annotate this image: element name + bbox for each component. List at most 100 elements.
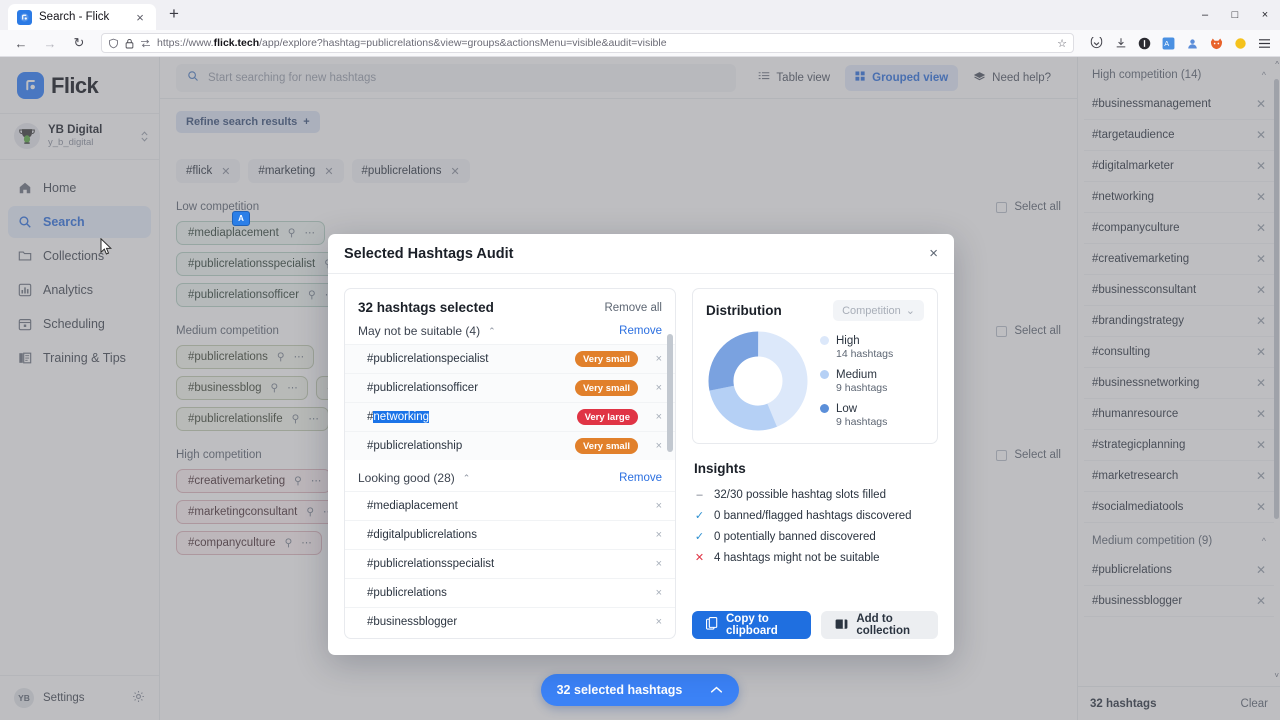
competition-dropdown-label: Competition <box>842 304 901 317</box>
modal-header: Selected Hashtags Audit × <box>328 234 954 274</box>
insight-text: 0 banned/flagged hashtags discovered <box>714 509 912 522</box>
selected-hashtags-audit-modal: Selected Hashtags Audit × 32 hashtags se… <box>328 234 954 655</box>
competition-dropdown[interactable]: Competition ⌄ <box>833 300 924 321</box>
forward-button[interactable]: → <box>37 32 63 54</box>
remove-icon[interactable]: × <box>638 500 662 512</box>
table-row[interactable]: #mediaplacement × <box>345 491 675 520</box>
hashtag-label: #publicrelationship <box>367 440 463 452</box>
favicon-flick <box>17 9 32 25</box>
circle-extension-icon[interactable] <box>1233 36 1248 51</box>
remove-section-button[interactable]: Remove <box>619 472 662 484</box>
tab-title: Search - Flick <box>39 11 110 23</box>
clipboard-icon <box>706 617 718 633</box>
distribution-body: High 14 hashtags Medium 9 hashtags Low 9… <box>706 321 924 433</box>
legend-item-high: High 14 hashtags <box>820 335 893 360</box>
modal-body: 32 hashtags selected Remove all May not … <box>328 274 954 655</box>
account-icon[interactable] <box>1137 36 1152 51</box>
shield-icon[interactable] <box>108 38 119 49</box>
table-row[interactable]: #networking Very large × <box>345 402 675 431</box>
remove-icon[interactable]: × <box>638 616 662 628</box>
permissions-icon[interactable] <box>140 39 151 48</box>
remove-icon[interactable]: × <box>638 558 662 570</box>
chevron-down-icon: ⌄ <box>905 305 915 317</box>
translate-selection-tooltip[interactable]: A <box>232 211 250 226</box>
window-close-button[interactable]: × <box>1250 0 1280 30</box>
remove-icon[interactable]: × <box>638 440 662 452</box>
dash-icon: – <box>696 488 703 501</box>
lock-icon <box>125 38 134 49</box>
table-row[interactable]: #businessblogger × <box>345 607 675 636</box>
section-title: May not be suitable (4) <box>358 324 481 338</box>
remove-icon[interactable]: × <box>638 382 662 394</box>
add-to-collection-button[interactable]: Add to collection <box>821 611 938 639</box>
legend-value: 9 hashtags <box>836 415 888 428</box>
chevron-up-icon[interactable]: ⌃ <box>488 326 496 337</box>
bookmark-star-icon[interactable]: ☆ <box>1057 37 1067 50</box>
new-tab-button[interactable]: + <box>160 5 188 25</box>
table-row[interactable]: #publicrelationship Very small × <box>345 431 675 460</box>
pocket-icon[interactable] <box>1089 36 1104 51</box>
table-row[interactable]: #digitalpublicrelations × <box>345 520 675 549</box>
insight-row: ✓ 0 banned/flagged hashtags discovered <box>694 505 936 526</box>
distribution-title: Distribution <box>706 303 782 318</box>
menu-icon[interactable] <box>1257 36 1272 51</box>
audit-summary-panel: Distribution Competition ⌄ High 14 hasht… <box>692 288 938 639</box>
flick-app: Flick YB Digital y_b_digital Home Search… <box>0 57 1280 720</box>
remove-icon[interactable]: × <box>638 587 662 599</box>
url-text: https://www.flick.tech/app/explore?hasht… <box>157 37 667 49</box>
remove-icon[interactable]: × <box>638 529 662 541</box>
check-icon: ✓ <box>694 510 705 522</box>
legend-item-medium: Medium 9 hashtags <box>820 369 893 394</box>
hashtag-scroll-list: May not be suitable (4) ⌃ Remove #public… <box>345 322 675 638</box>
legend-label: Medium <box>836 368 877 381</box>
tab-close-icon[interactable]: × <box>132 11 148 24</box>
hashtag-label: #digitalpublicrelations <box>367 529 477 541</box>
downloads-icon[interactable] <box>1113 36 1128 51</box>
panel-header: 32 hashtags selected Remove all <box>345 289 675 322</box>
window-maximize-button[interactable]: □ <box>1220 0 1250 30</box>
donut-chart-svg <box>708 331 808 431</box>
svg-text:A: A <box>1164 38 1169 47</box>
address-bar[interactable]: https://www.flick.tech/app/explore?hasht… <box>101 33 1074 53</box>
modal-title: Selected Hashtags Audit <box>344 245 514 262</box>
insight-text: 4 hashtags might not be suitable <box>714 551 880 564</box>
close-icon[interactable]: × <box>929 246 938 261</box>
distribution-card: Distribution Competition ⌄ High 14 hasht… <box>692 288 938 444</box>
remove-section-button[interactable]: Remove <box>619 325 662 337</box>
insight-text: 32/30 possible hashtag slots filled <box>714 488 886 501</box>
chevron-up-icon[interactable]: ⌃ <box>463 473 471 484</box>
cross-icon: ✕ <box>694 552 705 564</box>
remove-icon[interactable]: × <box>638 411 662 423</box>
translate-extension-icon[interactable]: A <box>1161 36 1176 51</box>
window-minimize-button[interactable]: – <box>1190 0 1220 30</box>
copy-to-clipboard-button[interactable]: Copy to clipboard <box>692 611 812 639</box>
browser-toolbar-icons: A <box>1083 36 1272 51</box>
browser-tab[interactable]: Search - Flick × <box>8 4 156 30</box>
status-badge: Very small <box>574 351 638 367</box>
donut-chart <box>706 329 810 433</box>
table-row[interactable]: #publicrelationspecialist Very small × <box>345 344 675 373</box>
table-row[interactable]: #publicrelationsspecialist × <box>345 549 675 578</box>
remove-icon[interactable]: × <box>638 353 662 365</box>
remove-all-button[interactable]: Remove all <box>604 302 662 314</box>
hashtag-label: #publicrelationspecialist <box>367 353 489 365</box>
status-badge: Very small <box>574 438 638 454</box>
browser-navigation-bar: ← → ↻ https://www.flick.tech/app/explore… <box>0 30 1280 57</box>
chevron-up-icon[interactable] <box>710 683 723 697</box>
reload-button[interactable]: ↻ <box>66 32 92 54</box>
legend-dot <box>820 336 829 345</box>
table-row[interactable]: #publicrelations × <box>345 578 675 607</box>
modal-list-scrollbar[interactable] <box>667 322 673 638</box>
insight-row: – 32/30 possible hashtag slots filled <box>694 484 936 505</box>
selected-hashtags-pill[interactable]: 32 selected hashtags <box>540 674 740 706</box>
insights-card: Insights – 32/30 possible hashtag slots … <box>692 457 938 568</box>
status-badge: Very small <box>574 380 638 396</box>
back-button[interactable]: ← <box>8 32 34 54</box>
table-row[interactable]: #publicrelationsofficer Very small × <box>345 373 675 402</box>
profile-extension-icon[interactable] <box>1185 36 1200 51</box>
section-header-looking-good: Looking good (28) ⌃ Remove <box>345 460 675 491</box>
legend-value: 14 hashtags <box>836 347 894 360</box>
fox-extension-icon[interactable] <box>1209 36 1224 51</box>
selected-text: networking <box>373 411 430 423</box>
copy-label: Copy to clipboard <box>726 613 778 637</box>
